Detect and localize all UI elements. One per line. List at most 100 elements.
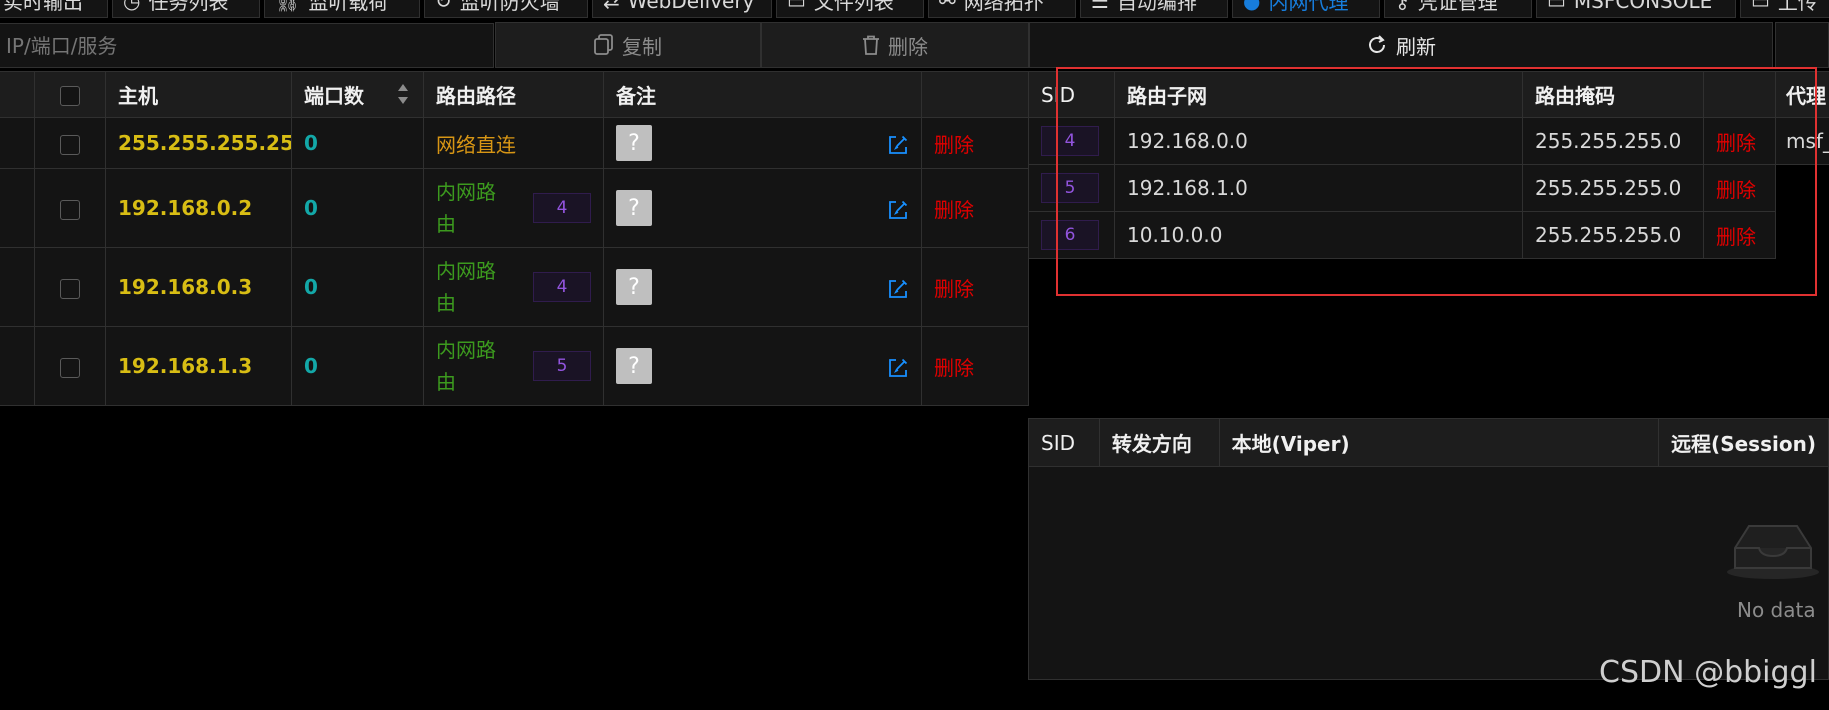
tab-realtime-output[interactable]: 实时输出 xyxy=(0,0,108,18)
header-host: 主机 xyxy=(105,71,292,118)
row-delete-link[interactable]: 删除 xyxy=(921,168,1029,248)
tab-listener-payload[interactable]: ⛓ 监听载荷 xyxy=(264,0,420,18)
tab-label: WebDelivery xyxy=(627,0,755,13)
table-row: 192.168.1.3 0 内网路由 5 ? 删除 xyxy=(0,326,1029,406)
row-expand xyxy=(0,168,35,248)
port-count: 0 xyxy=(291,117,424,169)
refresh-button[interactable]: 刷新 xyxy=(1029,22,1773,68)
trash-icon xyxy=(863,35,879,55)
empty-text: No data xyxy=(1737,598,1816,622)
hosts-table: 主机 端口数 路由路径 备注 255.255.255.255 0 网络直连 ? xyxy=(0,71,1029,406)
tab-webdelivery[interactable]: ⇄ WebDelivery xyxy=(592,0,772,18)
row-checkbox[interactable] xyxy=(60,357,80,378)
session-tag: 4 xyxy=(533,272,591,302)
empty-box-icon xyxy=(1725,520,1821,585)
header-direction: 转发方向 xyxy=(1098,418,1220,467)
table-row: 192.168.0.2 0 内网路由 4 ? 删除 xyxy=(0,168,1029,248)
list-icon: ☰ xyxy=(1091,0,1109,13)
tab-label: 任务列表 xyxy=(148,0,229,14)
port-count: 0 xyxy=(291,326,424,406)
port-count: 0 xyxy=(291,168,424,248)
tab-upload[interactable]: ▭ 上传 xyxy=(1740,0,1829,18)
select-all-checkbox[interactable] xyxy=(60,86,80,106)
row-checkbox[interactable] xyxy=(60,278,80,299)
tab-label: 网络拓扑 xyxy=(963,0,1044,14)
row-select xyxy=(34,168,106,248)
tab-network-topology[interactable]: ⚯ 网络拓扑 xyxy=(928,0,1076,18)
tab-label: 内网代理 xyxy=(1268,0,1349,14)
header-note: 备注 xyxy=(603,71,922,118)
header-ports[interactable]: 端口数 xyxy=(291,71,424,118)
session-tag: 4 xyxy=(533,193,591,223)
tab-task-list[interactable]: ◷ 任务列表 xyxy=(112,0,260,18)
host-ip: 255.255.255.255 xyxy=(105,117,292,169)
route-path: 内网路由 xyxy=(436,259,496,315)
tab-label: 监听防火墙 xyxy=(459,0,560,14)
route-path-cell: 内网路由 4 xyxy=(423,247,604,327)
header-select-all xyxy=(34,71,106,118)
port-count: 0 xyxy=(291,247,424,327)
tab-file-list[interactable]: ▭ 文件列表 xyxy=(776,0,924,18)
row-delete-link[interactable]: 删除 xyxy=(921,247,1029,327)
copy-icon xyxy=(594,34,613,55)
note-cell: ? xyxy=(603,247,922,327)
tab-auto-orchestration[interactable]: ☰ 自动编排 xyxy=(1080,0,1228,18)
row-delete-link[interactable]: 删除 xyxy=(921,326,1029,406)
forward-table-body: No data xyxy=(1028,466,1829,680)
tab-label: 监听载荷 xyxy=(308,0,389,14)
header-sid: SID xyxy=(1028,418,1100,467)
note-help-button[interactable]: ? xyxy=(616,269,652,305)
row-delete-link[interactable]: 删除 xyxy=(921,117,1029,169)
arrows-icon: ⇄ xyxy=(603,0,620,13)
watermark: CSDN @bbiggl xyxy=(1599,655,1817,690)
link-icon: ⛓ xyxy=(275,0,301,13)
header-local: 本地(Viper) xyxy=(1218,418,1660,467)
tab-listener-firewall[interactable]: ↻ 监听防火墙 xyxy=(424,0,588,18)
search-input[interactable] xyxy=(0,23,494,68)
copy-button-label: 复制 xyxy=(622,34,662,59)
route-path-cell: 内网路由 4 xyxy=(423,168,604,248)
hosts-table-header: 主机 端口数 路由路径 备注 xyxy=(0,71,1029,118)
sort-icon[interactable] xyxy=(397,82,409,106)
note-cell: ? xyxy=(603,326,922,406)
tab-label: MSFCONSOLE xyxy=(1573,0,1713,13)
key-icon: ⚷ xyxy=(1395,0,1410,13)
upload-icon: ▭ xyxy=(1751,0,1770,13)
note-help-button[interactable]: ? xyxy=(616,348,652,384)
network-icon: ⚯ xyxy=(939,0,956,13)
tab-label: 上传 xyxy=(1777,0,1818,14)
clock-icon: ◷ xyxy=(123,0,141,13)
delete-selected-button[interactable]: 删除 xyxy=(761,22,1029,68)
refresh-button-label: 刷新 xyxy=(1396,34,1436,59)
note-help-button[interactable]: ? xyxy=(616,125,652,161)
port-forward-table: SID 转发方向 本地(Viper) 远程(Session) xyxy=(1028,418,1829,467)
edit-icon[interactable] xyxy=(887,354,909,379)
header-route: 路由路径 xyxy=(423,71,604,118)
edit-icon[interactable] xyxy=(887,196,909,221)
host-ip: 192.168.0.3 xyxy=(105,247,292,327)
header-remote: 远程(Session) xyxy=(1658,418,1829,467)
proxy-icon: ● xyxy=(1243,0,1261,13)
refresh-icon: ↻ xyxy=(435,0,452,13)
copy-button[interactable]: 复制 xyxy=(495,22,761,68)
row-checkbox[interactable] xyxy=(60,199,80,220)
tab-msfconsole[interactable]: ▭ MSFCONSOLE xyxy=(1536,0,1736,18)
tab-credential-management[interactable]: ⚷ 凭证管理 xyxy=(1384,0,1532,18)
note-help-button[interactable]: ? xyxy=(616,190,652,226)
row-checkbox[interactable] xyxy=(60,134,80,155)
header-expand xyxy=(0,71,35,118)
route-path: 内网路由 xyxy=(436,338,496,394)
row-expand xyxy=(0,247,35,327)
edit-icon[interactable] xyxy=(887,131,909,156)
tab-label: 自动编排 xyxy=(1116,0,1197,14)
route-path: 网络直连 xyxy=(423,117,604,169)
header-actions xyxy=(921,71,1029,118)
edit-icon[interactable] xyxy=(887,275,909,300)
tab-label: 文件列表 xyxy=(813,0,894,14)
terminal-icon: ▭ xyxy=(1547,0,1566,13)
note-cell: ? xyxy=(603,117,922,169)
tab-label: 实时输出 xyxy=(3,0,83,14)
refresh-icon xyxy=(1369,35,1385,53)
tab-intranet-proxy[interactable]: ● 内网代理 xyxy=(1232,0,1380,18)
tab-label: 凭证管理 xyxy=(1417,0,1498,14)
